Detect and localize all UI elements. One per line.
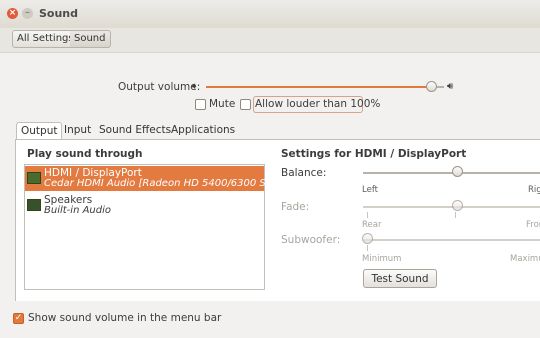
tab-output[interactable]: Output <box>16 122 63 140</box>
balance-knob[interactable] <box>452 166 463 177</box>
output-volume-knob[interactable] <box>426 81 437 92</box>
title-bar <box>0 0 540 29</box>
tab-applications[interactable]: Applications <box>167 122 239 139</box>
speaker-high-icon: 🔊︎ <box>447 81 454 92</box>
subwoofer-tick-min <box>367 245 368 251</box>
speaker-card-icon <box>27 199 41 211</box>
fade-rear-label: Rear <box>362 220 382 230</box>
show-volume-checkbox[interactable]: ✓ <box>13 313 24 324</box>
breadcrumb-sound[interactable]: Sound <box>70 30 111 48</box>
device-speakers[interactable]: Speakers Built-in Audio <box>25 193 264 218</box>
test-sound-button[interactable]: Test Sound <box>363 269 437 288</box>
subwoofer-track <box>363 239 540 241</box>
hdmi-card-icon <box>27 172 41 184</box>
play-through-title: Play sound through <box>27 148 143 160</box>
tab-input[interactable]: Input <box>60 122 95 139</box>
fade-label: Fade: <box>281 201 310 213</box>
mute-checkbox[interactable] <box>195 99 206 110</box>
balance-left-label: Left <box>362 185 378 195</box>
fade-tick-left <box>367 212 368 218</box>
output-volume-label: Output volume: <box>118 81 201 93</box>
device-description: Cedar HDMI Audio [Radeon HD 5400/6300 Se… <box>44 178 295 189</box>
device-list: HDMI / DisplayPort Cedar HDMI Audio [Rad… <box>24 164 294 290</box>
show-volume-label: Show sound volume in the menu bar <box>28 312 222 324</box>
subwoofer-max-label: Maximum <box>510 254 540 264</box>
fade-knob[interactable] <box>452 200 463 211</box>
allow-louder-label: Allow louder than 100% <box>255 98 381 110</box>
window-title: Sound <box>39 7 79 20</box>
minimize-icon[interactable]: – <box>22 8 33 19</box>
fade-front-label: Front <box>526 220 540 230</box>
balance-right-label: Right <box>528 185 540 195</box>
balance-label: Balance: <box>281 167 327 179</box>
subwoofer-label: Subwoofer: <box>281 234 341 246</box>
all-settings-button[interactable]: All Settings <box>12 30 79 48</box>
device-description: Built-in Audio <box>44 205 112 216</box>
tab-sound-effects[interactable]: Sound Effects <box>95 122 175 139</box>
output-volume-slider[interactable] <box>206 80 444 94</box>
subwoofer-min-label: Minimum <box>362 254 402 264</box>
output-volume-fill <box>206 86 431 88</box>
subwoofer-knob[interactable] <box>362 233 373 244</box>
mute-label: Mute <box>209 98 236 110</box>
allow-louder-checkbox[interactable] <box>240 99 251 110</box>
device-hdmi[interactable]: HDMI / DisplayPort Cedar HDMI Audio [Rad… <box>25 166 294 191</box>
close-icon[interactable]: × <box>7 8 18 19</box>
settings-title: Settings for HDMI / DisplayPort <box>281 148 467 160</box>
speaker-low-icon: 🔈︎ <box>192 81 198 92</box>
fade-tick-center <box>455 212 456 218</box>
